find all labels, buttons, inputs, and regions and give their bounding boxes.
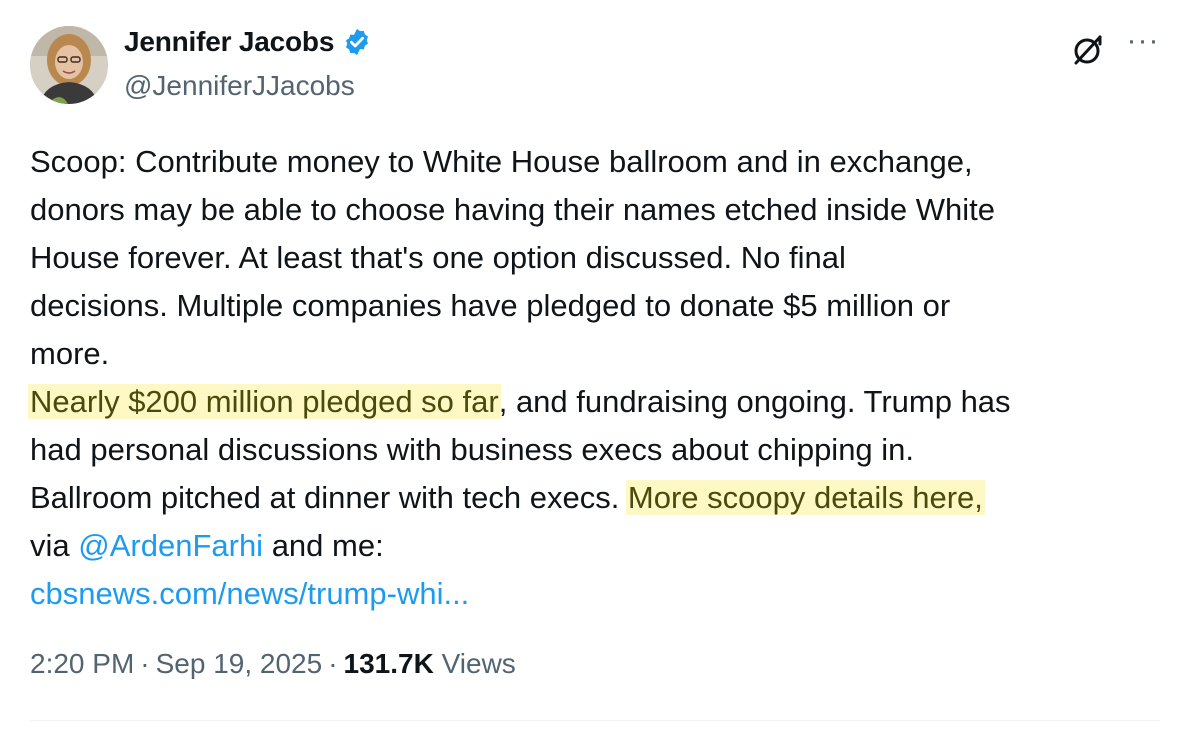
tweet: Jennifer Jacobs @JenniferJJacobs ··· Sco… bbox=[0, 0, 1190, 732]
highlighted-text: Nearly $200 million pledged so far bbox=[28, 384, 501, 419]
tweet-text-segment: via bbox=[30, 528, 79, 563]
tweet-text: Scoop: Contribute money to White House b… bbox=[28, 138, 1160, 618]
tweet-text-segment: and me: bbox=[263, 528, 384, 563]
avatar[interactable] bbox=[30, 26, 108, 104]
tweet-text-line: Nearly $200 million pledged so far, and … bbox=[28, 378, 1160, 426]
meta-separator: · bbox=[140, 648, 150, 679]
views-count[interactable]: 131.7K bbox=[344, 648, 434, 679]
tweet-text-line: Ballroom pitched at dinner with tech exe… bbox=[30, 474, 1160, 522]
author-display-name[interactable]: Jennifer Jacobs bbox=[124, 26, 334, 58]
mention-link[interactable]: @ArdenFarhi bbox=[78, 528, 263, 563]
tweet-date[interactable]: Sep 19, 2025 bbox=[156, 648, 323, 679]
grok-icon[interactable] bbox=[1068, 30, 1108, 70]
avatar-image bbox=[30, 26, 108, 104]
tweet-text-line: more. bbox=[30, 336, 110, 371]
tweet-text-line: House forever. At least that's one optio… bbox=[30, 240, 846, 275]
article-url-link[interactable]: cbsnews.com/news/trump-whi... bbox=[30, 576, 469, 611]
tweet-text-line: via @ArdenFarhi and me: bbox=[30, 522, 1160, 570]
tweet-text-line: cbsnews.com/news/trump-whi... bbox=[30, 570, 1160, 618]
tweet-text-segment: , and fundraising ongoing. Trump has bbox=[498, 384, 1011, 419]
tweet-text-line: decisions. Multiple companies have pledg… bbox=[30, 288, 951, 323]
views-label[interactable]: Views bbox=[442, 648, 516, 679]
author-handle[interactable]: @JenniferJJacobs bbox=[124, 70, 355, 102]
highlighted-text: More scoopy details here, bbox=[625, 480, 985, 515]
author-name-row: Jennifer Jacobs bbox=[124, 26, 372, 58]
divider bbox=[30, 720, 1160, 721]
tweet-meta: 2:20 PM · Sep 19, 2025 · 131.7K Views bbox=[30, 648, 516, 680]
tweet-text-line: donors may be able to choose having thei… bbox=[30, 192, 996, 227]
tweet-time[interactable]: 2:20 PM bbox=[30, 648, 134, 679]
tweet-text-line: had personal discussions with business e… bbox=[30, 432, 915, 467]
tweet-text-segment: Ballroom pitched at dinner with tech exe… bbox=[30, 480, 628, 515]
more-icon[interactable]: ··· bbox=[1122, 26, 1164, 64]
verified-badge-icon bbox=[342, 27, 372, 57]
tweet-text-line: Scoop: Contribute money to White House b… bbox=[30, 144, 973, 179]
meta-separator: · bbox=[328, 648, 338, 679]
